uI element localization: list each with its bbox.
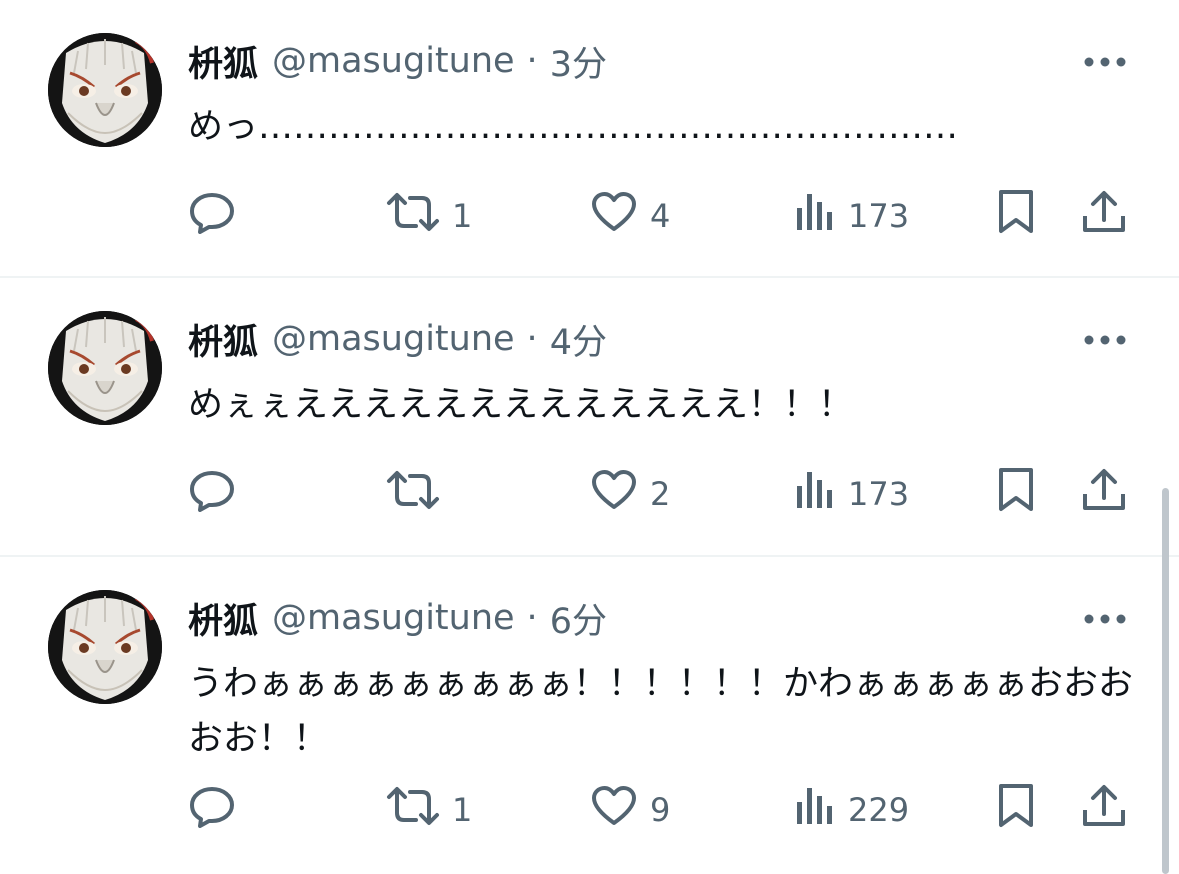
retweet-count: 1: [452, 197, 473, 235]
author-name[interactable]: 枡狐: [188, 314, 258, 365]
reply-icon: [188, 784, 236, 836]
bookmark-icon: [994, 466, 1038, 522]
retweet-count: 1: [452, 791, 473, 829]
retweet-button[interactable]: 1: [386, 782, 472, 838]
like-button[interactable]: 9: [590, 782, 670, 838]
author-handle[interactable]: @masugitune: [272, 319, 515, 359]
bookmark-icon: [994, 188, 1038, 244]
timestamp[interactable]: 3分: [550, 36, 607, 87]
scrollbar[interactable]: [1162, 488, 1169, 874]
separator: ·: [526, 598, 538, 638]
author-name[interactable]: 枡狐: [188, 36, 258, 87]
views-chart-icon: [792, 784, 836, 836]
view-count: 229: [848, 791, 910, 829]
views-button[interactable]: 173: [792, 466, 909, 522]
tweet-header: 枡狐 @masugitune · 6分: [188, 593, 607, 644]
views-chart-icon: [792, 190, 836, 242]
tweet-actions: 2 173: [0, 466, 1179, 522]
share-icon: [1080, 782, 1128, 838]
bookmark-icon: [994, 782, 1038, 838]
author-handle[interactable]: @masugitune: [272, 598, 515, 638]
retweet-icon: [386, 785, 440, 835]
separator: ·: [526, 319, 538, 359]
bookmark-button[interactable]: [994, 188, 1038, 244]
tweet-header: 枡狐 @masugitune · 3分: [188, 36, 607, 87]
avatar[interactable]: [48, 311, 162, 425]
like-count: 2: [650, 475, 671, 513]
tweet-text: うわぁぁぁぁぁぁぁぁぁ！！！！！！かわぁぁぁぁぁおおおおお！！: [188, 664, 1134, 759]
bookmark-button[interactable]: [994, 782, 1038, 838]
more-options-icon[interactable]: [1083, 607, 1127, 631]
like-count: 4: [650, 197, 671, 235]
views-button[interactable]: 229: [792, 782, 909, 838]
tweet-actions: 1 9 229: [0, 782, 1179, 838]
reply-button[interactable]: [188, 782, 236, 838]
retweet-button[interactable]: [386, 466, 452, 522]
author-name[interactable]: 枡狐: [188, 593, 258, 644]
heart-icon: [590, 190, 638, 242]
reply-icon: [188, 468, 236, 520]
view-count: 173: [848, 475, 910, 513]
tweet-header: 枡狐 @masugitune · 4分: [188, 314, 607, 365]
retweet-button[interactable]: 1: [386, 188, 472, 244]
like-count: 9: [650, 791, 671, 829]
tweet-text: めぇぇえええええええええええええ！！！: [188, 385, 854, 425]
views-chart-icon: [792, 468, 836, 520]
like-button[interactable]: 4: [590, 188, 670, 244]
share-icon: [1080, 466, 1128, 522]
heart-icon: [590, 468, 638, 520]
retweet-icon: [386, 469, 440, 519]
separator: ·: [526, 41, 538, 81]
views-button[interactable]: 173: [792, 188, 909, 244]
tweet[interactable]: 枡狐 @masugitune · 6分 うわぁぁぁぁぁぁぁぁぁ！！！！！！かわぁ…: [0, 557, 1179, 874]
tweet[interactable]: 枡狐 @masugitune · 3分 めっ…………………………………………………: [0, 0, 1179, 278]
avatar[interactable]: [48, 590, 162, 704]
heart-icon: [590, 784, 638, 836]
share-button[interactable]: [1080, 466, 1128, 522]
like-button[interactable]: 2: [590, 466, 670, 522]
avatar[interactable]: [48, 33, 162, 147]
view-count: 173: [848, 197, 910, 235]
author-handle[interactable]: @masugitune: [272, 41, 515, 81]
reply-icon: [188, 190, 236, 242]
reply-button[interactable]: [188, 188, 236, 244]
retweet-icon: [386, 191, 440, 241]
share-icon: [1080, 188, 1128, 244]
timestamp[interactable]: 4分: [550, 314, 607, 365]
timestamp[interactable]: 6分: [550, 593, 607, 644]
more-options-icon[interactable]: [1083, 328, 1127, 352]
bookmark-button[interactable]: [994, 466, 1038, 522]
tweet[interactable]: 枡狐 @masugitune · 4分 めぇぇえええええええええええええ！！！ …: [0, 278, 1179, 557]
reply-button[interactable]: [188, 466, 236, 522]
more-options-icon[interactable]: [1083, 50, 1127, 74]
share-button[interactable]: [1080, 782, 1128, 838]
tweet-actions: 1 4 173: [0, 188, 1179, 244]
tweet-text: めっ……………………………………………………: [188, 107, 959, 147]
share-button[interactable]: [1080, 188, 1128, 244]
